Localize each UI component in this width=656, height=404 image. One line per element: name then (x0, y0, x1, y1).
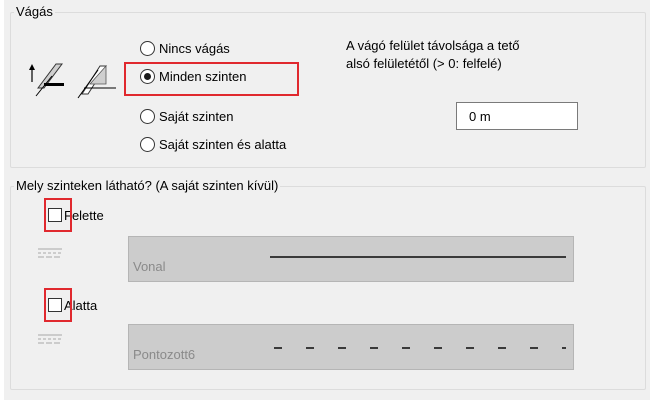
distance-input[interactable]: 0 m (456, 102, 578, 130)
distance-label-line2: alsó felületétől (> 0: felfelé) (346, 56, 502, 71)
checkbox-below-label: Alatta (64, 297, 98, 313)
checkbox-below-box[interactable] (48, 298, 62, 312)
checkbox-above-label: Felette (64, 207, 104, 223)
visibility-group-legend: Mely szinteken látható? (A saját szinten… (14, 178, 281, 194)
radio-minden-szinten[interactable]: Minden szinten (140, 66, 246, 86)
line-style-icon (38, 334, 62, 344)
radio-indicator-selected[interactable] (140, 68, 155, 84)
radio-indicator[interactable] (140, 136, 155, 152)
radio-label: Saját szinten (159, 108, 234, 124)
radio-indicator[interactable] (140, 108, 155, 124)
radio-label: Minden szinten (159, 68, 247, 84)
dotted-line-preview (274, 347, 566, 349)
radio-label: Nincs vágás (159, 40, 230, 56)
cut-group-legend: Vágás (14, 4, 55, 20)
line-type-above-value: Vonal (133, 258, 166, 274)
line-type-above-select[interactable]: Vonal (128, 236, 574, 282)
checkbox-below[interactable]: Alatta (48, 294, 97, 316)
radio-sajat-szinten[interactable]: Saját szinten (140, 106, 233, 126)
checkbox-above[interactable]: Felette (48, 204, 104, 226)
radio-sajat-szinten-es-alatta[interactable]: Saját szinten és alatta (140, 134, 286, 154)
radio-label: Saját szinten és alatta (159, 136, 287, 152)
line-style-icon (38, 248, 62, 258)
roof-cut-level-icon (77, 64, 116, 99)
radio-nincs-vagas[interactable]: Nincs vágás (140, 38, 230, 58)
checkbox-above-box[interactable] (48, 208, 62, 222)
distance-label-line1: A vágó felület távolsága a tető (346, 38, 520, 53)
roof-cut-settings-panel: Vágás Nincs vágás Minden szinten Saját s… (4, 0, 650, 400)
line-type-below-value: Pontozott6 (133, 346, 196, 362)
solid-line-preview (270, 256, 566, 258)
roof-cut-raised-icon (29, 63, 64, 97)
radio-indicator[interactable] (140, 40, 155, 56)
